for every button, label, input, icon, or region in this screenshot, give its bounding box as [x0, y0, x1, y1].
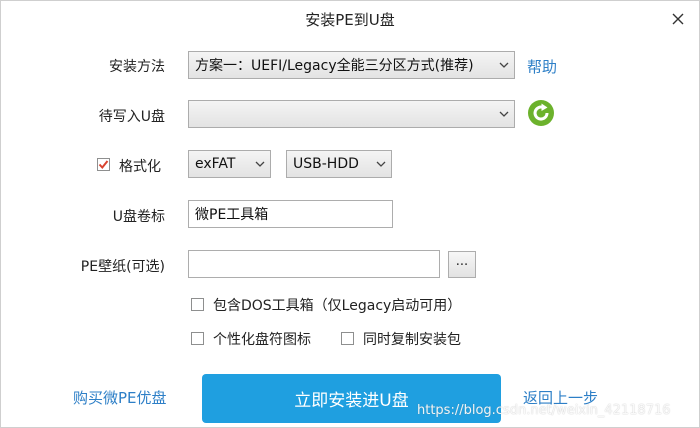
watermark-text: https://blog.csdn.net/weixin_42118716 — [417, 403, 671, 418]
browse-button[interactable]: ... — [448, 251, 476, 278]
chevron-down-icon — [371, 151, 391, 177]
custom-icon-checkbox[interactable] — [191, 332, 204, 345]
chevron-down-icon — [250, 151, 270, 177]
dos-toolbox-label: 包含DOS工具箱（仅Legacy启动可用） — [213, 298, 462, 314]
copy-installer-checkbox[interactable] — [341, 332, 354, 345]
dos-toolbox-checkbox[interactable] — [191, 298, 204, 311]
window-title: 安装PE到U盘 — [305, 11, 395, 29]
install-method-value: 方案一：UEFI/Legacy全能三分区方式(推荐) — [195, 58, 474, 74]
format-label: 格式化 — [119, 159, 161, 175]
filesystem-select[interactable]: exFAT — [188, 150, 271, 178]
chevron-down-icon — [494, 52, 514, 78]
filesystem-value: exFAT — [195, 156, 236, 172]
format-checkbox[interactable] — [97, 158, 110, 171]
boot-mode-select[interactable]: USB-HDD — [286, 150, 392, 178]
refresh-icon — [528, 100, 554, 126]
buy-usb-link[interactable]: 购买微PE优盘 — [73, 387, 167, 408]
chevron-down-icon — [494, 101, 514, 127]
close-icon — [672, 13, 684, 25]
refresh-button[interactable] — [527, 99, 555, 127]
boot-mode-value: USB-HDD — [293, 156, 359, 172]
custom-icon-label: 个性化盘符图标 — [213, 332, 311, 348]
help-link[interactable]: 帮助 — [527, 56, 557, 77]
wallpaper-label: PE壁纸(可选) — [80, 259, 165, 275]
install-pe-window: 安装PE到U盘 安装方法 方案一：UEFI/Legacy全能三分区方式(推荐) … — [0, 0, 700, 428]
install-method-select[interactable]: 方案一：UEFI/Legacy全能三分区方式(推荐) — [188, 51, 515, 79]
target-disk-label: 待写入U盘 — [98, 109, 165, 125]
wallpaper-path-input[interactable] — [188, 250, 440, 278]
volume-label-input[interactable]: 微PE工具箱 — [188, 200, 393, 228]
close-button[interactable] — [663, 4, 693, 34]
titlebar: 安装PE到U盘 — [1, 1, 699, 37]
install-method-label: 安装方法 — [109, 59, 165, 75]
volume-label-label: U盘卷标 — [112, 209, 165, 225]
checkmark-icon — [98, 160, 109, 170]
target-disk-select[interactable] — [188, 100, 515, 128]
copy-installer-label: 同时复制安装包 — [363, 332, 461, 348]
